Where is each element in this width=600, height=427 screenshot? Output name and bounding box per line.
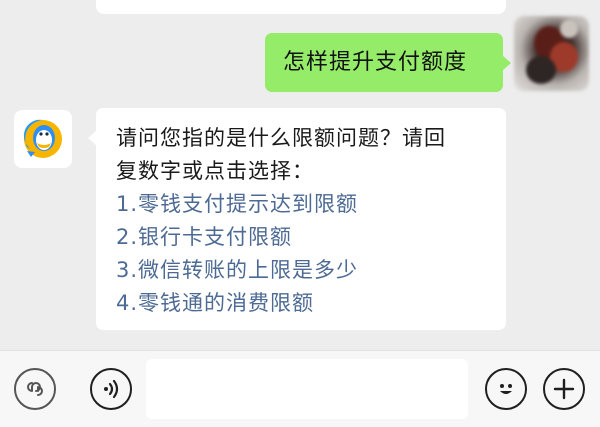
voice-icon — [104, 379, 119, 399]
more-button[interactable] — [543, 368, 585, 410]
bot-reply-bubble: 请问您指的是什么限额问题？请回 复数字或点击选择： 1.零钱支付提示达到限额 2… — [88, 108, 506, 330]
reply-option-link[interactable]: 2.银行卡支付限额 — [116, 221, 490, 254]
reply-option-link[interactable]: 1.零钱支付提示达到限额 — [116, 188, 490, 221]
bot-avatar[interactable] — [14, 110, 72, 168]
qq-penguin-logo-icon — [23, 119, 62, 158]
mini-program-button[interactable] — [14, 368, 56, 410]
reply-option-link[interactable]: 4.零钱通的消费限额 — [116, 287, 490, 320]
previous-message-bubble — [96, 0, 506, 14]
voice-button[interactable] — [90, 368, 132, 410]
reply-intro-line: 复数字或点击选择： — [116, 159, 314, 183]
user-avatar[interactable] — [514, 16, 589, 91]
emoji-button[interactable] — [485, 368, 527, 410]
mini-program-icon — [27, 382, 43, 396]
plus-icon — [553, 378, 575, 400]
message-input[interactable] — [146, 359, 468, 419]
chat-area: 怎样提升支付额度 请问您指的是什么限额问题？请回 复数字或点击选择： 1.零钱支… — [0, 0, 600, 350]
reply-option-link[interactable]: 3.微信转账的上限是多少 — [116, 254, 490, 287]
reply-intro-line: 请问您指的是什么限额问题？请回 — [116, 126, 446, 150]
emoji-icon — [500, 384, 512, 394]
outgoing-message-bubble[interactable]: 怎样提升支付额度 — [265, 33, 511, 92]
input-bar — [0, 350, 600, 427]
